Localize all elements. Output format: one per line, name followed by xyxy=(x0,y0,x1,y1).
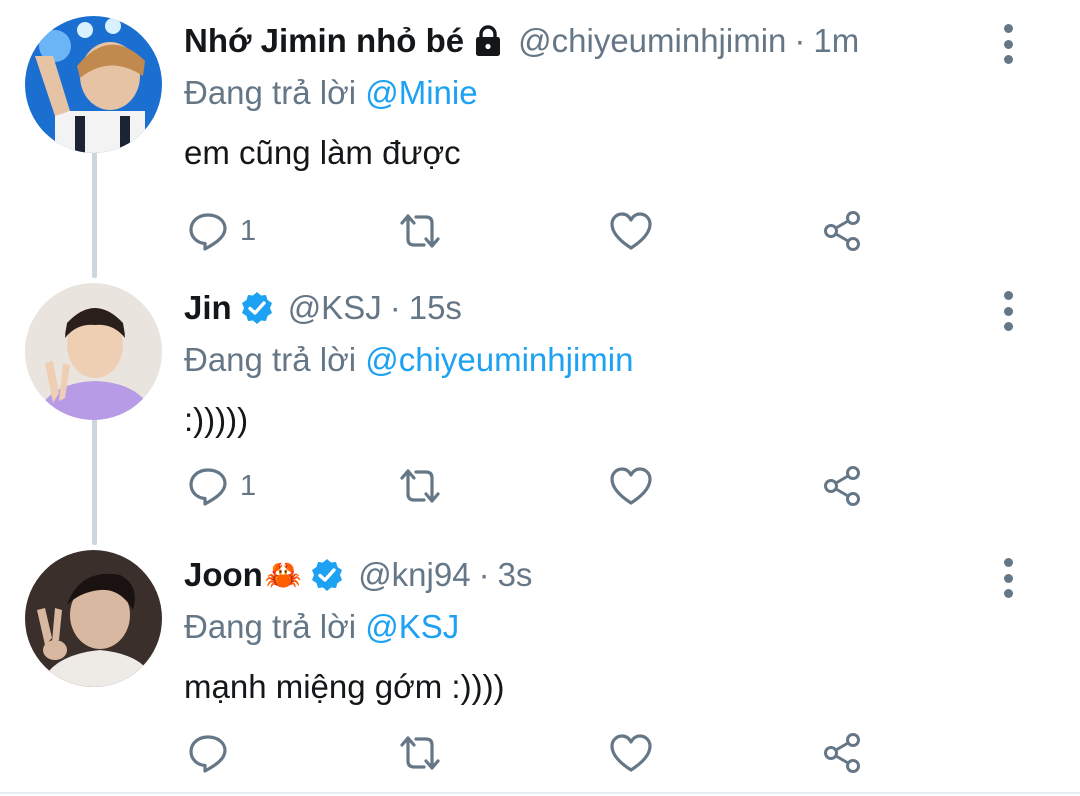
reply-count: 1 xyxy=(240,214,257,247)
crab-emoji: 🦀 xyxy=(264,558,303,592)
replying-to: Đang trả lời @chiyeuminhjimin xyxy=(184,341,633,379)
timestamp[interactable]: 1m xyxy=(813,22,859,60)
reply-icon xyxy=(188,211,228,251)
replying-prefix: Đang trả lời xyxy=(184,608,357,645)
more-options-icon[interactable] xyxy=(994,24,1022,64)
action-bar xyxy=(184,728,884,778)
retweet-button[interactable] xyxy=(396,206,444,256)
lock-icon xyxy=(472,24,504,58)
tweet-text: em cũng làm được xyxy=(184,134,461,171)
avatar[interactable] xyxy=(25,283,162,420)
replying-to: Đang trả lời @Minie xyxy=(184,74,478,112)
share-icon xyxy=(822,732,864,774)
verified-icon xyxy=(310,558,344,592)
separator: · xyxy=(794,22,806,59)
tweet-header: Nhớ Jimin nhỏ bé @chiyeuminhjimin · 1m xyxy=(184,16,859,66)
heart-icon xyxy=(609,466,653,506)
timestamp[interactable]: 15s xyxy=(409,289,462,327)
heart-icon xyxy=(609,733,653,773)
share-button[interactable] xyxy=(822,461,864,511)
mention-link[interactable]: @Minie xyxy=(365,74,477,111)
heart-icon xyxy=(609,211,653,251)
retweet-button[interactable] xyxy=(396,728,444,778)
like-button[interactable] xyxy=(609,206,653,256)
replying-to: Đang trả lời @KSJ xyxy=(184,608,459,646)
bottom-divider xyxy=(0,792,1080,794)
reply-icon xyxy=(188,466,228,506)
reply-icon xyxy=(188,733,228,773)
retweet-icon xyxy=(396,733,444,773)
replying-prefix: Đang trả lời xyxy=(184,74,357,111)
replying-prefix: Đang trả lời xyxy=(184,341,357,378)
more-options-icon[interactable] xyxy=(994,291,1022,331)
tweet-text: :))))) xyxy=(184,401,249,438)
retweet-icon xyxy=(396,211,444,251)
thread-connector-1 xyxy=(92,145,97,278)
display-name[interactable]: Jin xyxy=(184,289,232,327)
share-button[interactable] xyxy=(822,728,864,778)
display-name[interactable]: Nhớ Jimin nhỏ bé xyxy=(184,22,464,60)
user-handle[interactable]: @chiyeuminhjimin xyxy=(518,22,786,60)
retweet-button[interactable] xyxy=(396,461,444,511)
retweet-icon xyxy=(396,466,444,506)
share-icon xyxy=(822,210,864,252)
action-bar: 1 xyxy=(184,461,884,511)
reply-button[interactable]: 1 xyxy=(188,206,256,256)
tweet-header: Jin @KSJ · 15s xyxy=(184,283,462,333)
avatar[interactable] xyxy=(25,16,162,153)
share-icon xyxy=(822,465,864,507)
thread-connector-2 xyxy=(92,415,97,545)
display-name[interactable]: Joon xyxy=(184,556,263,594)
user-handle[interactable]: @knj94 xyxy=(358,556,470,594)
share-button[interactable] xyxy=(822,206,864,256)
tweet-text: mạnh miệng gớm :)))) xyxy=(184,668,505,705)
like-button[interactable] xyxy=(609,728,653,778)
mention-link[interactable]: @KSJ xyxy=(365,608,459,645)
reply-button[interactable]: 1 xyxy=(188,461,256,511)
timestamp[interactable]: 3s xyxy=(498,556,533,594)
user-handle[interactable]: @KSJ xyxy=(288,289,382,327)
like-button[interactable] xyxy=(609,461,653,511)
more-options-icon[interactable] xyxy=(994,558,1022,598)
mention-link[interactable]: @chiyeuminhjimin xyxy=(365,341,633,378)
avatar[interactable] xyxy=(25,550,162,687)
reply-button[interactable] xyxy=(188,728,240,778)
separator: · xyxy=(389,289,401,326)
tweet-header: Joon 🦀 @knj94 · 3s xyxy=(184,550,532,600)
reply-count: 1 xyxy=(240,469,257,502)
action-bar: 1 xyxy=(184,206,884,256)
separator: · xyxy=(478,556,490,593)
verified-icon xyxy=(240,291,274,325)
